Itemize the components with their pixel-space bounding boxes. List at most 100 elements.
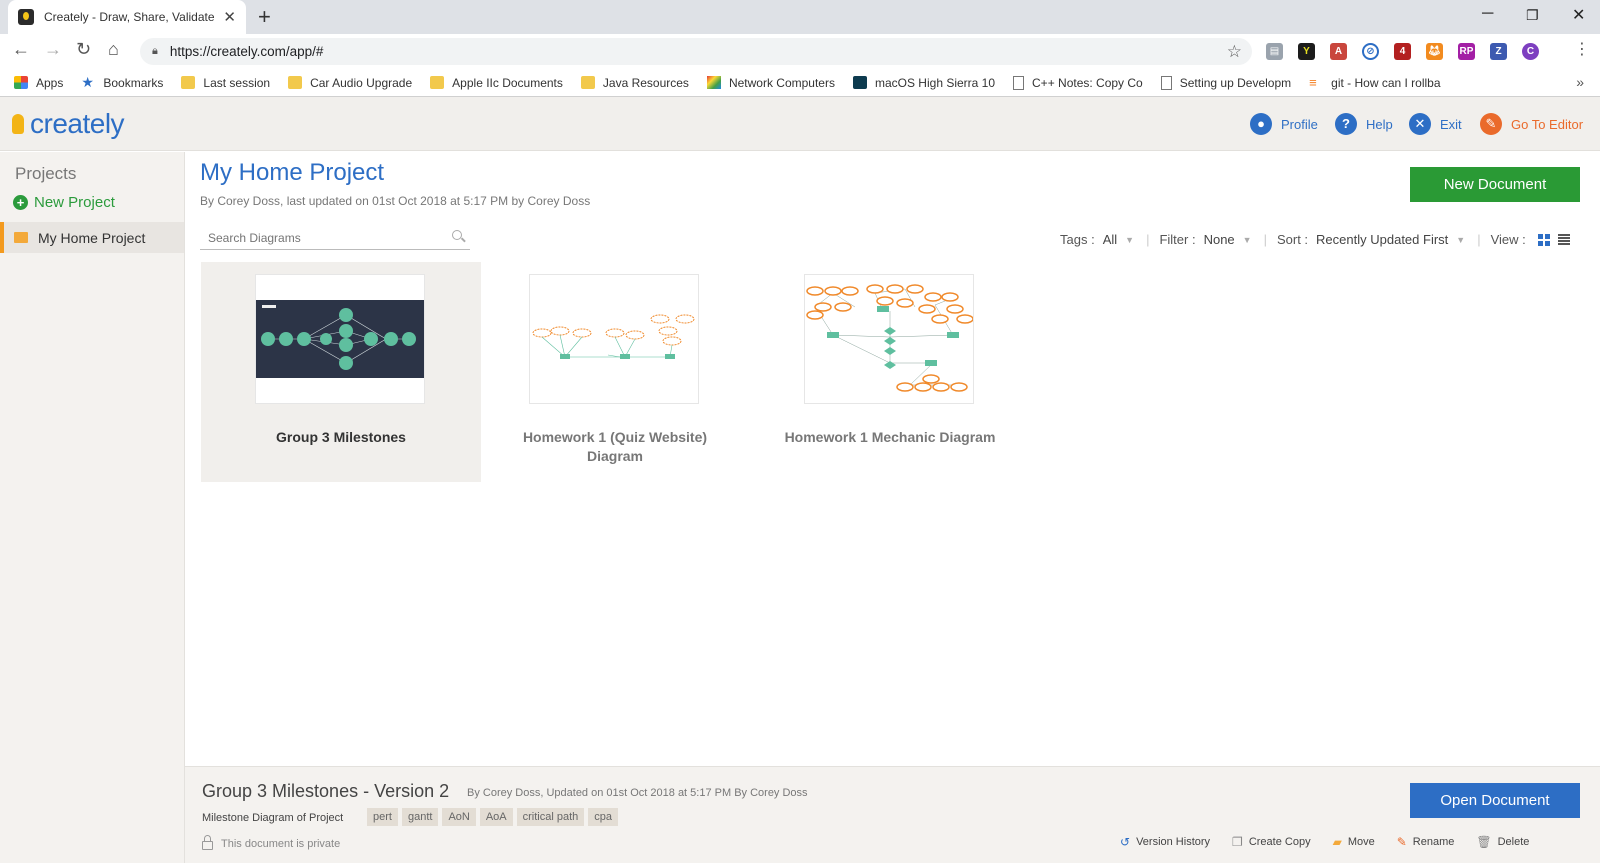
diagram-thumbnail: [804, 274, 974, 404]
bookmark-folder[interactable]: Apple IIc Documents: [430, 76, 563, 90]
new-tab-icon[interactable]: +: [258, 4, 271, 30]
browser-tab[interactable]: Creately - Draw, Share, Validate a ✕: [8, 0, 246, 34]
browser-menu-icon[interactable]: ⋮: [1574, 39, 1590, 59]
version-history-button[interactable]: ↺ Version History: [1120, 835, 1210, 849]
diagram-thumbnail: [529, 274, 699, 404]
logo-text: creately: [30, 108, 125, 139]
help-icon: ?: [1335, 113, 1357, 135]
profile-avatar[interactable]: C: [1522, 43, 1539, 60]
mac-icon: [852, 76, 867, 89]
search-diagrams: [200, 226, 470, 250]
document-card[interactable]: Homework 1 Mechanic Diagram: [750, 262, 1030, 482]
open-document-button[interactable]: Open Document: [1410, 783, 1580, 818]
restore-icon[interactable]: ❐: [1526, 7, 1539, 24]
stackoverflow-icon: ≡: [1309, 75, 1317, 90]
tag-badge[interactable]: AoA: [479, 808, 513, 826]
document-name: Homework 1 Mechanic Diagram: [784, 429, 996, 445]
extension-shield-icon[interactable]: 4: [1394, 43, 1411, 60]
folder-icon: [288, 76, 303, 89]
bookmark-link[interactable]: Network Computers: [706, 76, 835, 90]
document-name: Group 3 Milestones: [276, 429, 406, 445]
edit-icon: ✎: [1480, 113, 1502, 135]
profile-link[interactable]: ● Profile: [1250, 113, 1318, 135]
browser-tab-strip: Creately - Draw, Share, Validate a ✕ + ─…: [0, 0, 1600, 34]
home-icon[interactable]: ⌂: [108, 39, 119, 60]
sidebar-title: Projects: [15, 164, 77, 183]
document-actions: ↺ Version History ❐ Create Copy ▰ Move ✎…: [1120, 835, 1551, 849]
search-icon[interactable]: [452, 230, 462, 240]
go-to-editor-link[interactable]: ✎ Go To Editor: [1480, 113, 1583, 135]
forward-icon[interactable]: →: [44, 39, 62, 60]
bookmarks-bar: Apps ★ Bookmarks Last session Car Audio …: [0, 69, 1600, 97]
document-card[interactable]: Group 3 Milestones: [201, 262, 481, 482]
bulb-icon: [12, 114, 24, 134]
omnibox[interactable]: 🔒︎ https://creately.com/app/# ☆: [140, 38, 1252, 65]
filter-dropdown[interactable]: None: [1204, 232, 1235, 247]
page-icon: [1160, 75, 1172, 90]
document-name: Homework 1 (Quiz Website) Diagram: [522, 429, 708, 464]
tag-badge[interactable]: gantt: [401, 808, 439, 826]
bookmark-folder[interactable]: Car Audio Upgrade: [288, 76, 412, 90]
tags-dropdown[interactable]: All: [1103, 232, 1117, 247]
divider: |: [1146, 232, 1150, 247]
sidebar-item-my-home-project[interactable]: My Home Project: [0, 222, 184, 253]
tab-title: Creately - Draw, Share, Validate a: [44, 10, 216, 24]
chevron-down-icon[interactable]: ▼: [1125, 235, 1134, 245]
exit-link[interactable]: ✕ Exit: [1409, 113, 1462, 135]
chevron-down-icon[interactable]: ▼: [1243, 235, 1252, 245]
document-meta: By Corey Doss, Updated on 01st Oct 2018 …: [467, 787, 808, 799]
document-details-panel: Group 3 Milestones - Version 2 By Corey …: [185, 766, 1600, 863]
multicolor-icon: [706, 76, 721, 89]
document-title: Group 3 Milestones - Version 2: [202, 781, 450, 801]
page-icon: [1013, 75, 1025, 90]
grid-view-icon[interactable]: [1537, 233, 1550, 246]
bookmark-link[interactable]: ≡ git - How can I rollba: [1309, 76, 1440, 90]
new-project-button[interactable]: + New Project: [13, 194, 115, 211]
tab-close-icon[interactable]: ✕: [223, 8, 236, 26]
help-link[interactable]: ? Help: [1335, 113, 1393, 135]
move-button[interactable]: ▰ Move: [1333, 835, 1375, 849]
chevron-down-icon[interactable]: ▼: [1456, 235, 1465, 245]
reload-icon[interactable]: ↻: [76, 39, 91, 60]
bookmark-link[interactable]: C++ Notes: Copy Co: [1013, 75, 1143, 90]
extension-rp-icon[interactable]: RP: [1458, 43, 1475, 60]
sort-dropdown[interactable]: Recently Updated First: [1316, 232, 1448, 247]
rename-button[interactable]: ✎ Rename: [1397, 835, 1455, 849]
creately-favicon-icon: [18, 9, 34, 25]
extension-fox-icon[interactable]: 🦊︎: [1426, 43, 1443, 60]
creately-logo[interactable]: creately: [12, 108, 125, 140]
lock-icon: [202, 835, 213, 850]
bookmarks-overflow-icon[interactable]: »: [1576, 74, 1584, 90]
extension-keyboard-icon[interactable]: ▤: [1266, 43, 1283, 60]
bookmark-link[interactable]: Setting up Developm: [1160, 75, 1291, 90]
list-view-icon[interactable]: [1557, 234, 1570, 245]
bookmark-folder[interactable]: Java Resources: [580, 76, 689, 90]
bookmark-bookmarks[interactable]: ★ Bookmarks: [81, 75, 163, 90]
window-close-icon[interactable]: ✕: [1572, 5, 1585, 25]
extension-pdf-icon[interactable]: A: [1330, 43, 1347, 60]
bookmark-folder[interactable]: Last session: [181, 76, 270, 90]
view-toggle: [1537, 233, 1570, 246]
minimize-icon[interactable]: ─: [1482, 5, 1493, 23]
tag-badge[interactable]: cpa: [588, 808, 619, 826]
folder-icon: [181, 76, 196, 89]
tag-badge[interactable]: AoN: [442, 808, 476, 826]
bookmark-link[interactable]: macOS High Sierra 10: [852, 76, 995, 90]
bookmark-star-icon[interactable]: ☆: [1227, 42, 1242, 62]
tag-badge[interactable]: pert: [367, 808, 398, 826]
close-icon: ✕: [1409, 113, 1431, 135]
address-toolbar: ← → ↻ ⌂ 🔒︎ https://creately.com/app/# ☆ …: [0, 34, 1600, 69]
tag-badge[interactable]: critical path: [516, 808, 585, 826]
bookmark-apps[interactable]: Apps: [14, 76, 63, 90]
delete-button[interactable]: 🗑︎ Delete: [1476, 835, 1529, 849]
app-header: creately ● Profile ? Help ✕ Exit ✎ Go To…: [0, 97, 1600, 151]
search-input[interactable]: [208, 230, 444, 245]
extension-yellow-icon[interactable]: Y: [1298, 43, 1315, 60]
page-subtitle: By Corey Doss, last updated on 01st Oct …: [200, 194, 591, 208]
back-icon[interactable]: ←: [12, 39, 30, 60]
new-document-button[interactable]: New Document: [1410, 167, 1580, 202]
create-copy-button[interactable]: ❐ Create Copy: [1232, 835, 1311, 849]
extension-block-icon[interactable]: ⊘: [1362, 43, 1379, 60]
extension-z-icon[interactable]: Z: [1490, 43, 1507, 60]
document-card[interactable]: Homework 1 (Quiz Website) Diagram: [475, 262, 755, 482]
